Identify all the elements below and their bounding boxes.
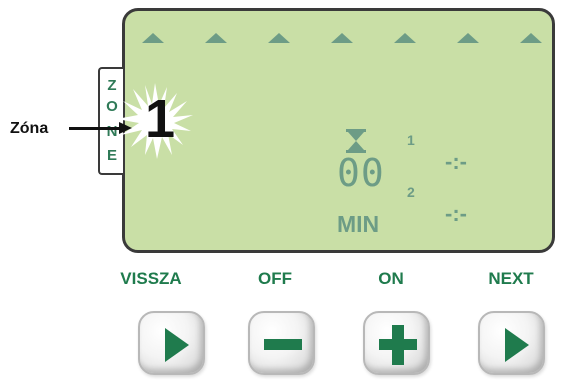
play-right-icon: [505, 328, 529, 362]
zone-letter: O: [106, 98, 118, 115]
play-right-icon: [165, 328, 189, 362]
station-indicator-6: [457, 33, 479, 43]
zone-letter: Z: [107, 77, 117, 94]
callout-arrow-head: [119, 122, 132, 134]
off-button[interactable]: [248, 311, 315, 375]
zone-letter: E: [106, 147, 117, 164]
next-button[interactable]: [478, 311, 545, 375]
minutes-unit: MIN: [337, 211, 380, 237]
callout-arrow: [69, 127, 119, 130]
back-button-label: VISSZA: [120, 269, 182, 288]
station-indicator-2: [205, 33, 227, 43]
zone-callout-label: Zóna: [10, 120, 49, 137]
on-button[interactable]: [363, 311, 430, 375]
program-1-label: 1: [407, 132, 415, 148]
hourglass-icon: [346, 129, 366, 153]
station-indicator-5: [394, 33, 416, 43]
station-indicator-1: [142, 33, 164, 43]
program-1-time: -:-: [445, 149, 467, 174]
minus-icon: [264, 339, 302, 350]
zone-number: 1: [145, 89, 176, 149]
station-indicator-4: [331, 33, 353, 43]
program-2-label: 2: [407, 184, 415, 200]
zone-tab: Z O N E: [98, 67, 123, 175]
program-2-time: -:-: [445, 201, 467, 226]
off-button-label: OFF: [258, 269, 292, 288]
minutes-value: 00: [337, 151, 385, 195]
lcd-display: 1 00 MIN 1 -:- 2 -:-: [117, 8, 555, 253]
station-indicator-7: [520, 33, 542, 43]
plus-icon: [379, 325, 417, 365]
back-button[interactable]: [138, 311, 205, 375]
on-button-label: ON: [378, 269, 404, 288]
next-button-label: NEXT: [488, 269, 534, 288]
zone-letter: N: [106, 123, 118, 140]
station-indicator-3: [268, 33, 290, 43]
